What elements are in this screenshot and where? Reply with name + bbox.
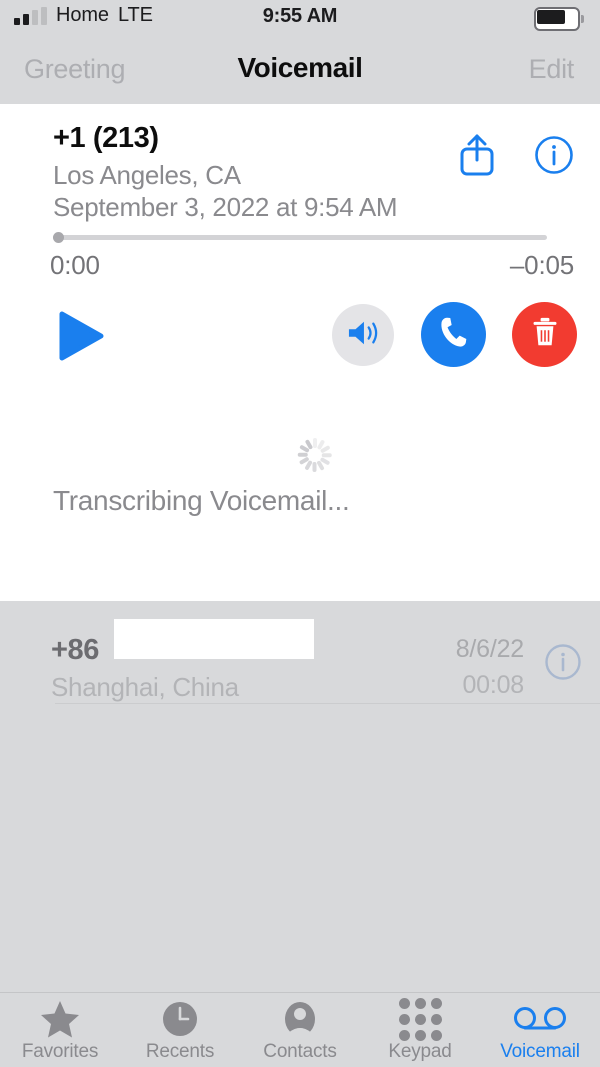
- detail-location: Los Angeles, CA: [53, 160, 241, 190]
- clock-icon: [161, 999, 199, 1039]
- speaker-icon: [345, 318, 381, 353]
- page-title: Voicemail: [237, 52, 363, 83]
- row-number: +86: [51, 634, 99, 666]
- tab-favorites[interactable]: Favorites: [0, 993, 120, 1063]
- voicemail-icon: [513, 999, 567, 1039]
- info-icon[interactable]: [534, 135, 574, 175]
- call-back-button[interactable]: [421, 302, 486, 367]
- info-icon[interactable]: [544, 643, 582, 681]
- remaining-time-label: –0:05: [509, 250, 574, 280]
- status-bar: Home LTE 9:55 AM: [0, 0, 600, 38]
- tab-label: Contacts: [263, 1041, 337, 1062]
- row-date: 8/6/22: [455, 635, 525, 663]
- table-row[interactable]: +86 Shanghai, China 8/6/22 00:08: [0, 601, 600, 704]
- detail-number: +1 (213): [53, 122, 159, 154]
- star-icon: [40, 999, 80, 1039]
- playback-controls: [0, 300, 600, 372]
- tab-label: Keypad: [388, 1041, 452, 1062]
- trash-icon: [530, 316, 560, 353]
- tab-keypad[interactable]: Keypad: [360, 993, 480, 1063]
- row-separator: [55, 703, 600, 704]
- tab-recents[interactable]: Recents: [120, 993, 240, 1063]
- person-icon: [281, 999, 319, 1039]
- tab-label: Voicemail: [500, 1041, 580, 1062]
- redaction-box: [114, 619, 314, 659]
- tab-bar: Favorites Recents Contacts Keypad Voicem…: [0, 992, 600, 1067]
- keypad-icon: [398, 997, 442, 1041]
- tab-label: Favorites: [21, 1041, 99, 1062]
- scrubber-track: [53, 235, 547, 240]
- voicemail-detail-card: +1 (213) Los Angeles, CA September 3, 20…: [0, 104, 600, 601]
- row-duration: 00:08: [462, 671, 524, 699]
- tab-contacts[interactable]: Contacts: [240, 993, 360, 1063]
- scrubber-knob[interactable]: [53, 232, 64, 243]
- delete-button[interactable]: [512, 302, 577, 367]
- edit-button[interactable]: Edit: [529, 54, 575, 85]
- play-button[interactable]: [57, 310, 105, 362]
- row-location: Shanghai, China: [51, 672, 239, 702]
- clock-label: 9:55 AM: [262, 5, 338, 27]
- playback-scrubber[interactable]: [53, 232, 547, 243]
- share-icon[interactable]: [459, 132, 495, 176]
- speaker-button[interactable]: [332, 304, 394, 366]
- battery-icon: [534, 7, 584, 31]
- navigation-bar: Greeting Voicemail Edit: [0, 38, 600, 104]
- detail-datetime: September 3, 2022 at 9:54 AM: [53, 192, 398, 222]
- voicemail-screen: Home LTE 9:55 AM Greeting Voicemail Edit…: [0, 0, 600, 1067]
- loading-spinner-icon: [297, 437, 333, 473]
- tab-voicemail[interactable]: Voicemail: [480, 993, 600, 1063]
- transcription-status: Transcribing Voicemail...: [53, 485, 350, 516]
- tab-label: Recents: [145, 1041, 215, 1062]
- elapsed-time-label: 0:00: [50, 250, 100, 280]
- phone-icon: [438, 316, 470, 353]
- voicemail-list: +86 Shanghai, China 8/6/22 00:08: [0, 601, 600, 992]
